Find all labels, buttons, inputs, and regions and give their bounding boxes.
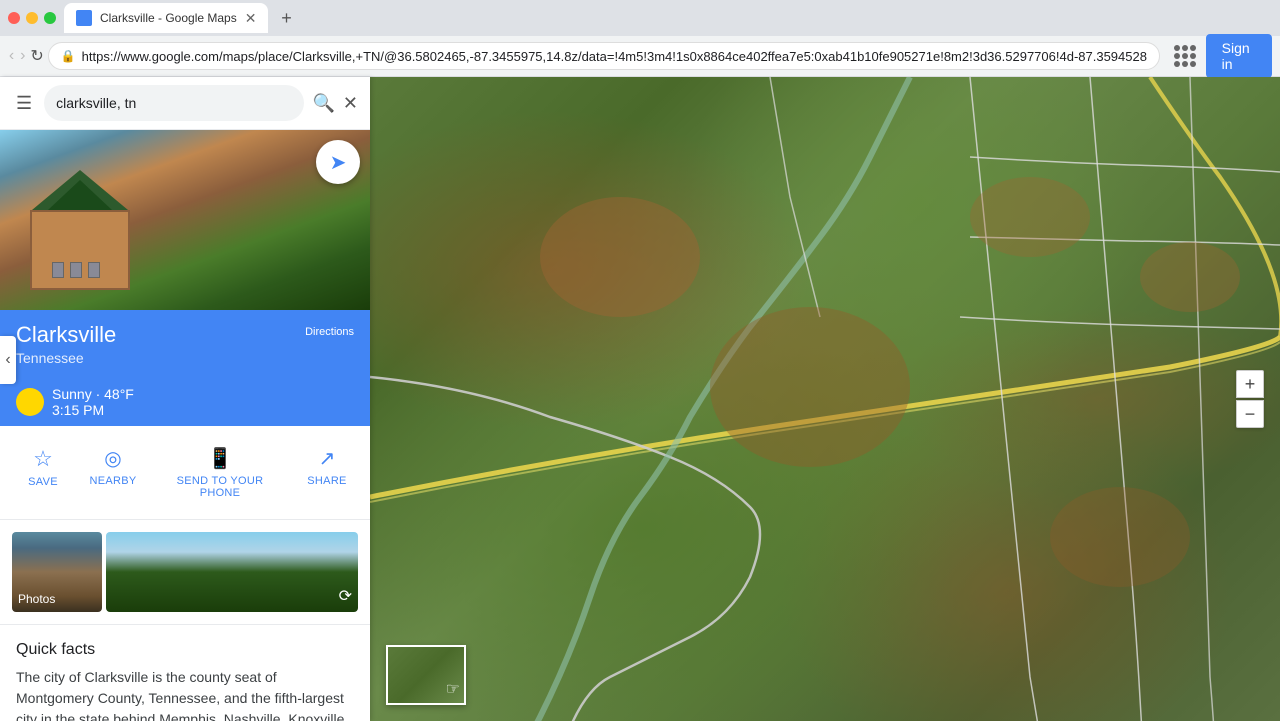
reload-button[interactable]: ↻ bbox=[30, 42, 43, 70]
forward-button[interactable]: › bbox=[19, 42, 26, 70]
save-button[interactable]: ☆ SAVE bbox=[8, 442, 78, 503]
window-controls bbox=[8, 12, 56, 24]
weather-condition: Sunny · 48°F bbox=[52, 386, 134, 402]
share-label: SHARE bbox=[307, 475, 346, 487]
browser-chrome: Clarksville - Google Maps ✕ + ‹ › ↻ 🔒 ht… bbox=[0, 0, 1280, 77]
minimap-cursor-icon: ☞ bbox=[446, 679, 460, 699]
place-info: Clarksville Tennessee Directions bbox=[0, 310, 370, 378]
place-name: Clarksville bbox=[16, 322, 116, 348]
search-button[interactable]: 🔍 bbox=[312, 93, 334, 114]
sign-in-button[interactable]: Sign in bbox=[1206, 34, 1272, 78]
weather-time: 3:15 PM bbox=[52, 402, 134, 418]
tab-title: Clarksville - Google Maps bbox=[100, 11, 237, 25]
address-bar: ‹ › ↻ 🔒 https://www.google.com/maps/plac… bbox=[0, 36, 1280, 76]
maximize-window-button[interactable] bbox=[44, 12, 56, 24]
photo-thumb-2[interactable]: ⟳ bbox=[106, 532, 358, 612]
tab-bar: Clarksville - Google Maps ✕ + bbox=[0, 0, 1280, 36]
directions-button[interactable]: ➤ bbox=[316, 140, 360, 184]
clear-search-button[interactable]: ✕ bbox=[343, 93, 358, 114]
directions-icon: ➤ bbox=[330, 150, 347, 175]
search-bar: ☰ clarksville, tn 🔍 ✕ bbox=[0, 77, 370, 130]
search-query: clarksville, tn bbox=[56, 95, 136, 111]
tab-close-button[interactable]: ✕ bbox=[245, 10, 257, 27]
main-layout: ☰ clarksville, tn 🔍 ✕ bbox=[0, 77, 1280, 721]
building-windows bbox=[52, 262, 100, 278]
share-button[interactable]: ↗ SHARE bbox=[292, 442, 362, 503]
photos-grid: Photos ⟳ bbox=[12, 532, 358, 612]
active-tab[interactable]: Clarksville - Google Maps ✕ bbox=[64, 3, 268, 33]
photo-thumb-1[interactable]: Photos bbox=[12, 532, 102, 612]
quick-facts-section: Quick facts The city of Clarksville is t… bbox=[0, 625, 370, 721]
search-input[interactable]: clarksville, tn bbox=[44, 85, 304, 121]
close-window-button[interactable] bbox=[8, 12, 20, 24]
nearby-icon: ◎ bbox=[104, 446, 121, 471]
back-button[interactable]: ‹ bbox=[8, 42, 15, 70]
sidebar: ☰ clarksville, tn 🔍 ✕ bbox=[0, 77, 370, 721]
zoom-out-button[interactable]: − bbox=[1236, 400, 1264, 428]
menu-button[interactable]: ☰ bbox=[12, 89, 36, 118]
photos-label: Photos bbox=[18, 592, 55, 606]
window3 bbox=[88, 262, 100, 278]
directions-label: Directions bbox=[305, 326, 354, 338]
building-illustration bbox=[20, 190, 140, 290]
collapse-sidebar-button[interactable]: ‹ bbox=[0, 336, 16, 384]
window1 bbox=[52, 262, 64, 278]
save-label: SAVE bbox=[28, 476, 58, 488]
url-bar[interactable]: 🔒 https://www.google.com/maps/place/Clar… bbox=[48, 42, 1160, 70]
sun-icon bbox=[16, 388, 44, 416]
panorama-icon: ⟳ bbox=[339, 586, 352, 606]
weather-row: Sunny · 48°F 3:15 PM bbox=[0, 378, 370, 426]
zoom-in-button[interactable]: + bbox=[1236, 370, 1264, 398]
place-header: ➤ Clarksville Tennessee Directions Su bbox=[0, 130, 370, 426]
send-to-phone-button[interactable]: 📱 SEND TO YOUR PHONE bbox=[148, 442, 292, 503]
apps-button[interactable] bbox=[1172, 40, 1198, 72]
send-to-phone-label: SEND TO YOUR PHONE bbox=[156, 475, 284, 499]
map-area[interactable]: + − ☞ bbox=[370, 77, 1280, 721]
quick-facts-title: Quick facts bbox=[16, 641, 354, 659]
security-icon: 🔒 bbox=[61, 49, 76, 63]
minimap[interactable]: ☞ bbox=[386, 645, 466, 705]
nearby-label: NEARBY bbox=[89, 475, 136, 487]
minimize-window-button[interactable] bbox=[26, 12, 38, 24]
map-controls: + − bbox=[1236, 370, 1264, 428]
save-icon: ☆ bbox=[33, 446, 53, 472]
nearby-button[interactable]: ◎ NEARBY bbox=[78, 442, 148, 503]
place-photo: ➤ bbox=[0, 130, 370, 310]
tab-favicon bbox=[76, 10, 92, 26]
quick-facts-description: The city of Clarksville is the county se… bbox=[16, 667, 354, 721]
apps-grid-icon bbox=[1174, 45, 1196, 67]
building-main bbox=[30, 210, 130, 290]
action-buttons: ☆ SAVE ◎ NEARBY 📱 SEND TO YOUR PHONE ↗ S… bbox=[0, 426, 370, 520]
map-roads bbox=[370, 77, 1280, 721]
window2 bbox=[70, 262, 82, 278]
send-to-phone-icon: 📱 bbox=[208, 446, 233, 471]
photos-section: Photos ⟳ bbox=[0, 520, 370, 625]
url-text: https://www.google.com/maps/place/Clarks… bbox=[82, 49, 1147, 64]
share-icon: ↗ bbox=[319, 446, 336, 471]
place-state: Tennessee bbox=[16, 350, 116, 366]
new-tab-button[interactable]: + bbox=[272, 4, 300, 32]
